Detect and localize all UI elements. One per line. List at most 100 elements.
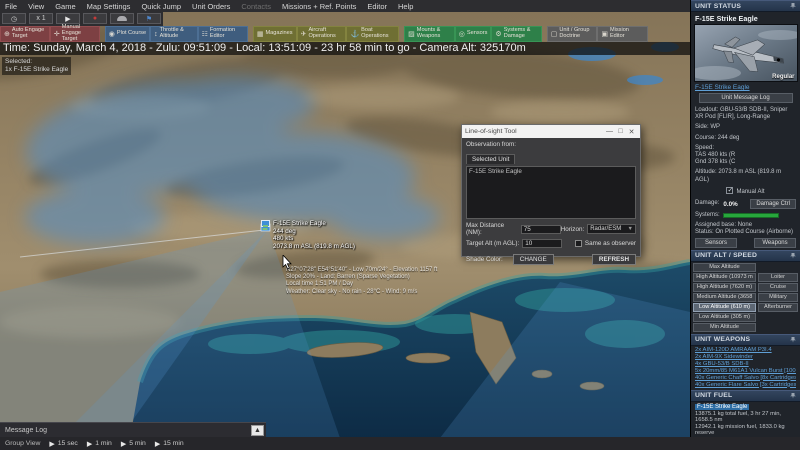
unit-datablock[interactable]: F-15E Strike Eagle 244 deg 480 kts 2073.…	[261, 220, 356, 250]
menu-unit-orders[interactable]: Unit Orders	[192, 2, 230, 11]
cursor-terrain-info: N27°07′28″ E54°51′40″ - Low 70m/24° - El…	[286, 267, 437, 296]
maximize-icon[interactable]: □	[615, 128, 626, 135]
weapon-link[interactable]: 2x AIM-9X Sidewinder	[695, 354, 796, 361]
manual-alt-checkbox[interactable]	[726, 186, 734, 194]
menu-editor[interactable]: Editor	[367, 2, 387, 11]
menu-missions-ref-points[interactable]: Missions + Ref. Points	[282, 2, 356, 11]
max-distance-input[interactable]	[520, 224, 561, 234]
alt-high-7620-button[interactable]: High Altitude (7620 m)	[693, 282, 756, 292]
speed-cruise-button[interactable]: Cruise	[758, 282, 798, 292]
mounts-weapons-button[interactable]: ▨ Mounts & Weapons	[404, 26, 455, 42]
alt-min-button[interactable]: Min Altitude	[693, 322, 756, 332]
unit-symbol-icon[interactable]	[261, 220, 270, 227]
speed-afterburner-button[interactable]: Afterburner	[758, 302, 798, 312]
menu-help[interactable]: Help	[398, 2, 413, 11]
damage-ctrl-button[interactable]: Damage Ctrl	[750, 199, 796, 210]
record-button[interactable]: ●	[83, 13, 107, 24]
step-1min-button[interactable]: ▶ 1 min	[87, 440, 112, 448]
change-color-button[interactable]: CHANGE	[512, 254, 554, 265]
step-15sec-button[interactable]: ▶ 15 sec	[49, 440, 77, 448]
systems-damage-button[interactable]: ⚙ Systems & Damage	[491, 26, 542, 42]
unit-alt-speed-header[interactable]: UNIT ALT / SPEED	[691, 249, 800, 262]
boat-operations-button[interactable]: ⚓ Boat Operations	[346, 26, 400, 42]
stripes-icon: ▨	[408, 30, 415, 38]
mission-editor-button[interactable]: ▣ Mission Editor	[597, 26, 648, 42]
weapon-link[interactable]: 2x AIM-120D AMRAAM P3I.4	[695, 347, 796, 354]
selected-unit-info: Selected: 1x F-15E Strike Eagle	[2, 57, 72, 75]
group-view-button[interactable]: Group View	[5, 440, 40, 447]
same-as-observer-checkbox[interactable]	[574, 240, 582, 247]
play-button[interactable]: ▶	[56, 13, 80, 24]
plot-course-button[interactable]: ◉ Plot Course	[104, 26, 151, 42]
sensors-panel-button[interactable]: Sensors	[695, 237, 737, 248]
recorder-icon[interactable]	[110, 13, 134, 24]
close-icon[interactable]: ✕	[626, 128, 637, 136]
systems-health-bar	[722, 213, 779, 219]
menu-game[interactable]: Game	[55, 2, 75, 11]
magazines-button[interactable]: ▦ Magazines	[252, 26, 297, 42]
time-status-line: Time: Sunday, March 4, 2018 - Zulu: 09:5…	[0, 42, 690, 55]
dialog-title: Line-of-sight Tool	[465, 128, 517, 135]
observer-listbox[interactable]: F-15E Strike Eagle	[466, 166, 636, 219]
aircraft-operations-button[interactable]: ✈ Aircraft Operations	[296, 26, 347, 42]
unit-fuel-header[interactable]: UNIT FUEL	[691, 389, 800, 402]
step-5min-button[interactable]: ▶ 5 min	[121, 440, 146, 448]
horizon-select[interactable]: Radar/ESM ▼	[587, 224, 636, 234]
alt-max-button[interactable]: Max Altitude	[693, 262, 756, 272]
unit-status-panel: UNIT STATUS F-15E Strike Eagle Regular F…	[690, 0, 800, 437]
observer-list-item[interactable]: F-15E Strike Eagle	[469, 168, 633, 176]
pin-icon[interactable]	[790, 252, 796, 259]
weapons-panel-button[interactable]: Weapons	[754, 237, 796, 248]
manual-engage-target-button[interactable]: ✛ Manual Engage Target	[49, 24, 100, 42]
alt-low-305-button[interactable]: Low Altitude (305 m)	[693, 312, 756, 322]
unit-database-link[interactable]: F-15E Strike Eagle	[691, 82, 800, 92]
doctrine-icon: ▢	[550, 30, 558, 38]
formation-editor-button[interactable]: ☷ Formation Editor	[197, 26, 248, 42]
horizon-value: Radar/ESM	[590, 226, 622, 232]
play-icon: ▶	[154, 440, 161, 448]
weapon-link[interactable]: 4x GBU-53/B SDB-II	[695, 361, 796, 368]
tab-selected-unit[interactable]: Selected Unit	[466, 154, 516, 164]
unit-altitude: 2073.8 m ASL (819.8 m AGL)	[273, 242, 356, 250]
speed-loiter-button[interactable]: Loiter	[758, 272, 798, 282]
alt-medium-3658-button[interactable]: Medium Altitude (3658	[693, 292, 756, 302]
fuel-selected-unit[interactable]: F-15E Strike Eagle	[695, 403, 750, 410]
clock-icon[interactable]: ◷	[2, 13, 26, 24]
minimize-icon[interactable]: —	[604, 128, 615, 135]
unit-message-log-button[interactable]: Unit Message Log	[698, 93, 793, 103]
pin-icon[interactable]	[790, 3, 796, 9]
manual-alt-label: Manual Alt	[736, 188, 765, 195]
unit-weapons-header[interactable]: UNIT WEAPONS	[691, 333, 800, 346]
menu-file[interactable]: File	[5, 2, 17, 11]
menu-map-settings[interactable]: Map Settings	[87, 2, 131, 11]
unit-status-header[interactable]: UNIT STATUS	[691, 0, 800, 12]
target-alt-input[interactable]	[522, 239, 563, 248]
step-15min-button[interactable]: ▶ 15 min	[155, 440, 184, 448]
weapon-link[interactable]: 40x Generic Chaff Salvo [8x Cartridges]	[695, 375, 796, 382]
auto-engage-target-button[interactable]: ⊕ Auto Engage Target	[0, 26, 50, 42]
step-5min-label: 5 min	[129, 440, 146, 447]
flag-icon[interactable]: ⚑	[137, 13, 161, 24]
expand-log-button[interactable]: ▲	[251, 424, 264, 436]
sensors-button[interactable]: ◎ Sensors	[454, 26, 492, 42]
alt-low-610-button[interactable]: Low Altitude (610 m)	[693, 302, 756, 312]
weapon-link[interactable]: 5x 20mm/85 M61A1 Vulcan Burst [100 rnds	[695, 368, 796, 375]
unit-group-doctrine-button[interactable]: ▢ Unit / Group Doctrine	[546, 26, 598, 42]
throttle-altitude-button[interactable]: ↕ Throttle & Altitude	[150, 26, 198, 42]
unit-title: F-15E Strike Eagle	[695, 14, 758, 23]
manual-alt-row: Manual Alt	[691, 186, 800, 196]
refresh-button[interactable]: REFRESH	[591, 254, 636, 265]
menu-quick-jump[interactable]: Quick Jump	[141, 2, 181, 11]
time-compression-label[interactable]: x 1	[29, 13, 53, 24]
weapon-link[interactable]: 40x Generic Flare Salvo [3x Cartridges, …	[695, 382, 796, 389]
step-15min-label: 15 min	[163, 440, 184, 447]
pin-icon[interactable]	[790, 336, 796, 343]
same-as-observer-label: Same as observer	[584, 240, 636, 247]
dialog-titlebar[interactable]: Line-of-sight Tool — □ ✕	[462, 125, 640, 138]
alt-high-10973-button[interactable]: High Altitude (10973 m	[693, 272, 756, 282]
bottom-time-bar: Group View ▶ 15 sec ▶ 1 min ▶ 5 min ▶ 15…	[0, 437, 800, 450]
proficiency-badge: Regular	[772, 74, 795, 80]
speed-military-button[interactable]: Military	[758, 292, 798, 302]
pin-icon[interactable]	[790, 392, 796, 399]
menu-view[interactable]: View	[28, 2, 44, 11]
